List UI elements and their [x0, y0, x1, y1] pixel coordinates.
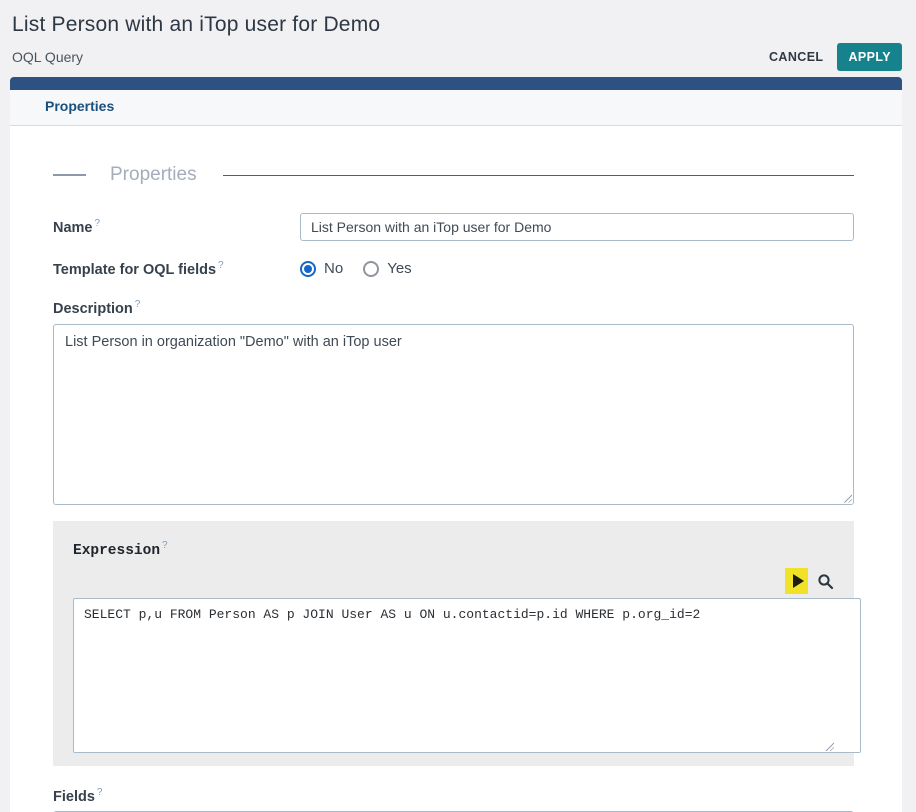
description-label: Description?	[10, 299, 902, 317]
fieldset-legend-label: Properties	[110, 164, 197, 186]
expression-label: Expression?	[73, 540, 836, 559]
name-field-row: Name?	[10, 213, 902, 241]
tab-bar: Properties	[10, 90, 902, 126]
play-triangle-icon	[793, 574, 804, 588]
radio-yes-label: Yes	[387, 260, 411, 277]
fields-label-text: Fields	[53, 789, 95, 805]
description-label-text: Description	[53, 301, 133, 317]
cancel-button[interactable]: CANCEL	[769, 50, 823, 64]
expression-section: Expression? SELECT p,u FROM Person AS p …	[53, 521, 854, 767]
template-help-marker[interactable]: ?	[218, 260, 224, 271]
tab-properties[interactable]: Properties	[45, 98, 114, 114]
page-title: List Person with an iTop user for Demo	[12, 13, 902, 37]
expression-textarea[interactable]: SELECT p,u FROM Person AS p JOIN User AS…	[73, 598, 861, 753]
description-help-marker[interactable]: ?	[135, 299, 141, 310]
template-radio-no[interactable]: No	[300, 260, 343, 277]
panel-accent-bar	[10, 77, 902, 90]
fields-help-marker[interactable]: ?	[97, 787, 103, 798]
expression-help-marker[interactable]: ?	[162, 540, 168, 551]
page-header: List Person with an iTop user for Demo O…	[0, 0, 916, 71]
oql-query-edit-page: List Person with an iTop user for Demo O…	[0, 0, 916, 812]
radio-unselected-icon[interactable]	[363, 261, 379, 277]
template-radio-yes[interactable]: Yes	[363, 260, 411, 277]
fields-label: Fields?	[10, 787, 902, 805]
edit-form-panel: Properties Properties Name? Template for…	[10, 77, 902, 812]
radio-selected-icon[interactable]	[300, 261, 316, 277]
name-input[interactable]	[300, 213, 854, 241]
apply-button[interactable]: APPLY	[837, 43, 902, 71]
radio-no-label: No	[324, 260, 343, 277]
template-field-row: Template for OQL fields? No Yes	[10, 260, 902, 278]
expression-label-text: Expression	[73, 542, 160, 558]
name-help-marker[interactable]: ?	[95, 218, 101, 229]
expression-toolbar	[73, 568, 834, 594]
template-radio-group: No Yes	[300, 260, 412, 277]
legend-right-line	[223, 175, 854, 176]
legend-left-dash	[53, 174, 86, 176]
fieldset-legend: Properties	[10, 126, 902, 186]
run-query-icon[interactable]	[785, 568, 808, 594]
template-label-text: Template for OQL fields	[53, 262, 216, 278]
template-label: Template for OQL fields?	[53, 260, 300, 278]
tab-content: Properties Name? Template for OQL fields…	[10, 126, 902, 812]
header-actions: CANCEL APPLY	[769, 43, 902, 71]
object-class-subtitle: OQL Query	[12, 49, 83, 65]
magnifier-icon[interactable]	[817, 573, 834, 590]
name-label-text: Name	[53, 220, 93, 236]
name-label: Name?	[53, 218, 300, 236]
expression-textarea-wrap: SELECT p,u FROM Person AS p JOIN User AS…	[73, 598, 836, 753]
description-textarea-wrap: List Person in organization "Demo" with …	[53, 324, 854, 505]
description-textarea[interactable]: List Person in organization "Demo" with …	[53, 324, 854, 505]
